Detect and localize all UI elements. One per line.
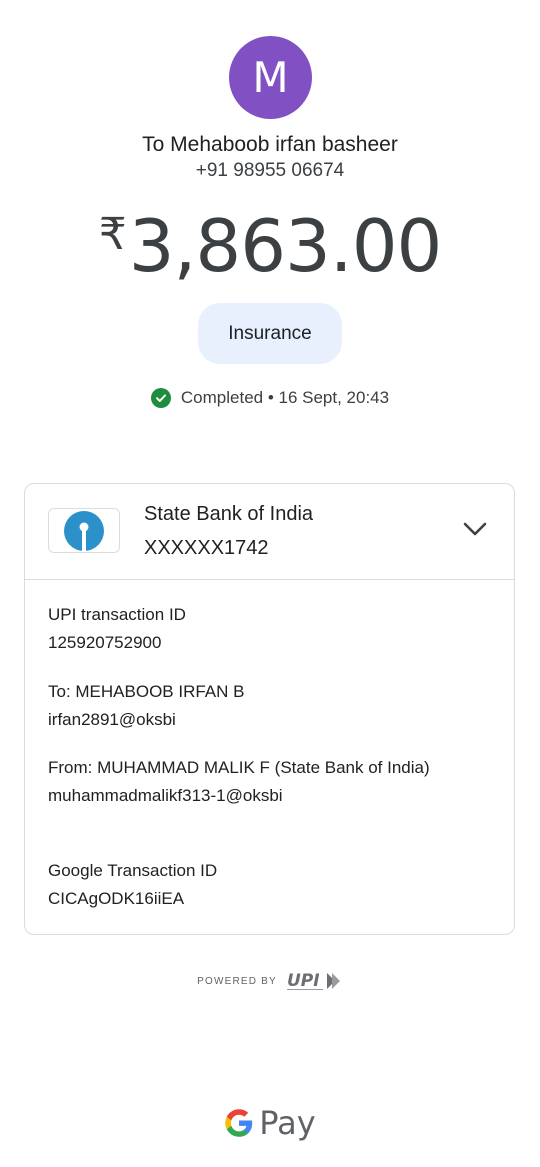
powered-by-upi: POWERED BY UPI <box>0 969 540 993</box>
google-g-icon <box>225 1109 253 1137</box>
currency-symbol: ₹ <box>98 209 127 260</box>
status-text: Completed • 16 Sept, 20:43 <box>180 388 390 407</box>
gpay-text: Pay <box>259 1104 316 1142</box>
from-details: From: MUHAMMAD MALIK F (State Bank of In… <box>48 754 494 810</box>
upi-transaction-id: UPI transaction ID 125920752900 <box>48 601 494 657</box>
payment-amount: ₹3,863.00 <box>0 204 540 288</box>
google-transaction-id-label: Google Transaction ID <box>48 861 218 880</box>
from-upi-id[interactable]: muhammadmalikf313-1@oksbi <box>48 782 494 810</box>
recipient-name: To Mehaboob irfan basheer <box>142 133 398 156</box>
recipient-avatar: M <box>229 36 312 119</box>
upi-transaction-id-label: UPI transaction ID <box>48 605 186 624</box>
amount-value: 3,863.00 <box>128 204 443 288</box>
to-label: To: MEHABOOB IRFAN B <box>48 682 245 701</box>
check-circle-icon <box>150 388 171 408</box>
google-pay-logo: Pay <box>0 1104 540 1142</box>
chevron-down-icon[interactable] <box>462 520 488 538</box>
bank-account-row[interactable]: State Bank of India XXXXXX1742 <box>25 484 514 580</box>
powered-by-label: POWERED BY <box>197 975 277 987</box>
payment-note-chip: Insurance <box>198 303 342 364</box>
status-row: Completed • 16 Sept, 20:43 <box>0 388 540 408</box>
upi-logo-icon: UPI <box>286 971 340 991</box>
to-upi-id[interactable]: irfan2891@oksbi <box>48 706 494 734</box>
sbi-logo-icon <box>48 508 120 553</box>
bank-account-number: XXXXXX1742 <box>144 537 269 559</box>
google-transaction-id: Google Transaction ID CICAgODK16iiEA <box>48 857 494 913</box>
svg-text:UPI: UPI <box>287 971 320 991</box>
from-label: From: MUHAMMAD MALIK F (State Bank of In… <box>48 758 430 777</box>
google-transaction-id-value[interactable]: CICAgODK16iiEA <box>48 885 494 913</box>
bank-name: State Bank of India <box>144 503 314 525</box>
upi-transaction-id-value[interactable]: 125920752900 <box>48 629 494 657</box>
transaction-details-card: State Bank of India XXXXXX1742 UPI trans… <box>24 483 515 935</box>
recipient-phone: +91 98955 06674 <box>195 160 345 181</box>
to-details: To: MEHABOOB IRFAN B irfan2891@oksbi <box>48 678 494 734</box>
